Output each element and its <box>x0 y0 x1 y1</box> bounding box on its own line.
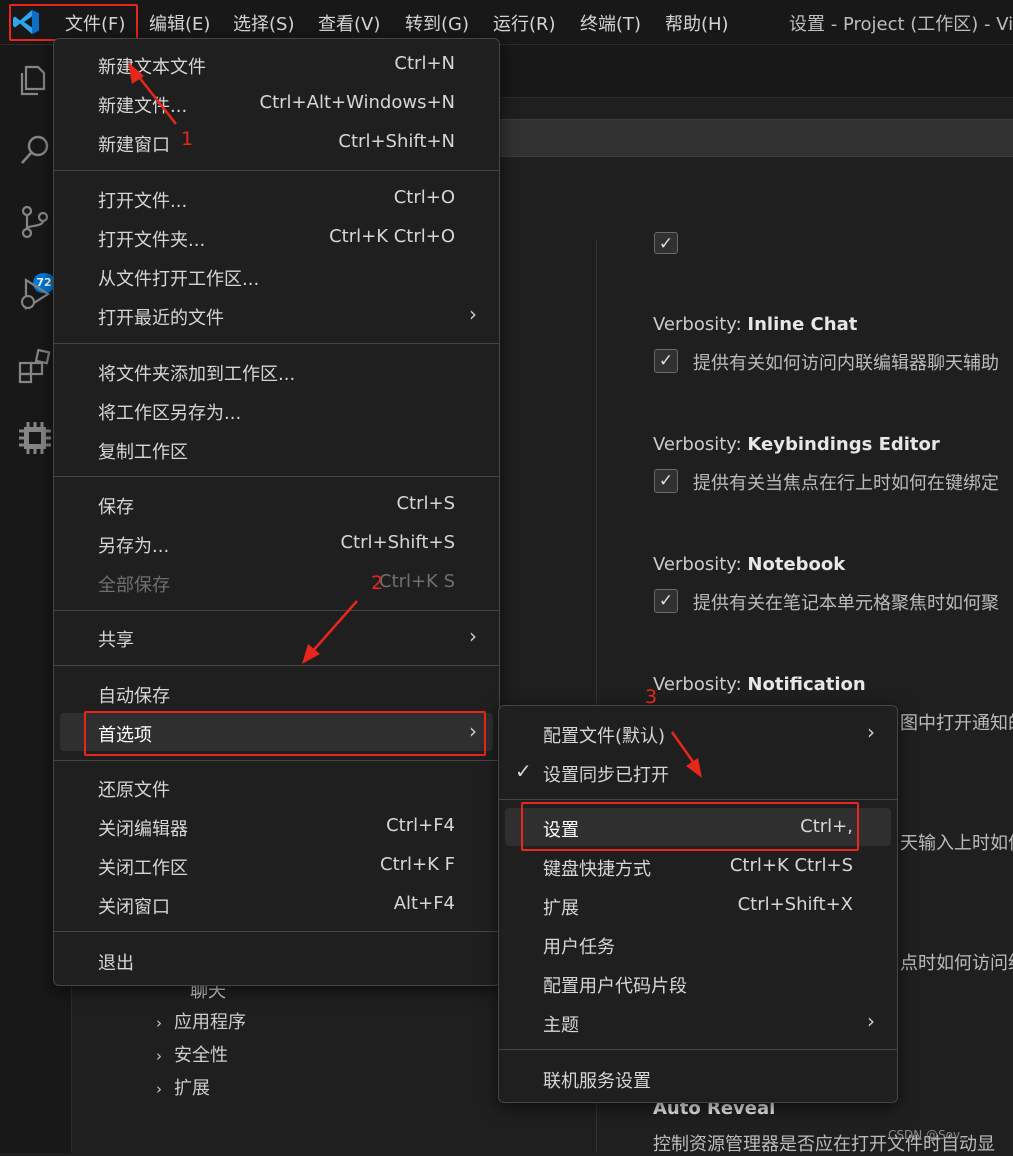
menu-separator <box>54 760 499 761</box>
setting-description: 提供有关当焦点在行上时如何在键绑定 <box>693 473 999 494</box>
search-icon[interactable] <box>16 131 54 169</box>
setting-checkbox[interactable]: ✓ <box>654 349 678 373</box>
menu-separator <box>54 343 499 344</box>
chevron-right-icon: › <box>867 720 875 744</box>
setting-title: Verbosity: Keybindings Editor <box>653 434 940 455</box>
settings-search-input[interactable] <box>480 119 1013 157</box>
menu-item-save-workspace-as[interactable]: 将工作区另存为... <box>54 391 499 429</box>
setting-checkbox[interactable]: ✓ <box>654 589 678 613</box>
menu-item-theme[interactable]: 主题 › <box>499 1003 897 1041</box>
setting-description: 提供有关如何访问内联编辑器聊天辅助 <box>693 353 999 374</box>
menu-help[interactable]: 帮助(H) <box>665 10 729 36</box>
menu-edit[interactable]: 编辑(E) <box>149 10 210 36</box>
preferences-submenu: 配置文件(默认) › ✓ 设置同步已打开 设置 Ctrl+, 键盘快捷方式 Ctrl+K… <box>498 705 898 1103</box>
menu-item-add-folder[interactable]: 将文件夹添加到工作区... <box>54 352 499 390</box>
check-icon: ✓ <box>515 759 532 783</box>
menu-item-new-window[interactable]: 新建窗口 Ctrl+Shift+N <box>54 123 499 161</box>
menu-item-exit[interactable]: 退出 <box>54 941 499 979</box>
menu-item-keyboard-shortcuts[interactable]: 键盘快捷方式 Ctrl+K Ctrl+S <box>499 847 897 885</box>
menu-item-save-all: 全部保存 Ctrl+K S <box>98 571 455 596</box>
chevron-right-icon: › <box>156 1080 162 1098</box>
menu-item-extensions[interactable]: 扩展 Ctrl+Shift+X <box>499 886 897 924</box>
setting-description: 图中打开通知的 <box>900 713 1013 734</box>
setting-description: 天输入上时如何 <box>900 833 1013 854</box>
setting-title: Verbosity: Notebook <box>653 554 846 575</box>
menu-separator <box>54 476 499 477</box>
window-title: 设置 - Project (工作区) - Visu <box>789 14 1013 35</box>
menu-item-profile[interactable]: 配置文件(默认) › <box>499 714 897 752</box>
menu-item-close-window[interactable]: 关闭窗口 Alt+F4 <box>54 885 499 923</box>
extensions-icon[interactable] <box>16 347 54 385</box>
file-menu: 新建文本文件 Ctrl+N 新建文件... Ctrl+Alt+Windows+N 新… <box>53 38 500 986</box>
menu-item-share[interactable]: 共享 › <box>54 618 499 656</box>
annotation-number: 1 <box>181 128 194 150</box>
menu-file[interactable]: 文件(F) <box>65 10 125 36</box>
menu-item-settings-sync[interactable]: ✓ 设置同步已打开 <box>499 753 897 791</box>
menu-item-auto-save[interactable]: 自动保存 <box>54 674 499 712</box>
chevron-right-icon: › <box>469 624 477 648</box>
menu-separator <box>499 799 897 800</box>
chip-extension-icon[interactable] <box>16 419 54 457</box>
chevron-right-icon: › <box>469 302 477 326</box>
menu-separator <box>54 931 499 932</box>
tree-item-extensions[interactable]: › 扩展 <box>156 1074 210 1100</box>
chevron-right-icon: › <box>156 1047 162 1065</box>
setting-title: Verbosity: Inline Chat <box>653 314 858 335</box>
setting-checkbox-partial[interactable]: ✓ <box>654 232 678 254</box>
menu-item-close-editor[interactable]: 关闭编辑器 Ctrl+F4 <box>54 807 499 845</box>
annotation-number: 2 <box>371 572 384 594</box>
menu-item-new-file[interactable]: 新建文件... Ctrl+Alt+Windows+N <box>54 84 499 122</box>
source-control-icon[interactable] <box>16 203 54 241</box>
setting-title: Verbosity: Notification <box>653 674 866 695</box>
menu-item-user-snippets[interactable]: 配置用户代码片段 <box>499 964 897 1002</box>
menu-item-close-workspace[interactable]: 关闭工作区 Ctrl+K F <box>54 846 499 884</box>
annotation-number: 3 <box>645 686 658 708</box>
menu-item-open-folder[interactable]: 打开文件夹... Ctrl+K Ctrl+O <box>54 218 499 256</box>
menu-separator <box>54 665 499 666</box>
menu-item-revert-file[interactable]: 还原文件 <box>54 768 499 806</box>
menu-item-open-workspace[interactable]: 从文件打开工作区... <box>54 257 499 295</box>
menu-item-online-services[interactable]: 联机服务设置 <box>499 1059 897 1097</box>
explorer-icon[interactable] <box>16 61 54 99</box>
menu-separator <box>54 170 499 171</box>
setting-description: 提供有关在笔记本单元格聚焦时如何聚 <box>693 593 999 614</box>
menu-separator <box>54 610 499 611</box>
menu-go[interactable]: 转到(G) <box>405 10 469 36</box>
menu-item-user-tasks[interactable]: 用户任务 <box>499 925 897 963</box>
menu-item-preferences[interactable]: 首选项 › <box>60 713 493 751</box>
menu-terminal[interactable]: 终端(T) <box>580 10 641 36</box>
chevron-right-icon: › <box>156 1014 162 1032</box>
menu-view[interactable]: 查看(V) <box>318 10 380 36</box>
menu-separator <box>499 1049 897 1050</box>
watermark: CSDN @Sov... <box>888 1128 971 1142</box>
tree-item-application[interactable]: › 应用程序 <box>156 1008 246 1034</box>
vscode-logo-icon[interactable] <box>12 9 40 35</box>
tree-item-security[interactable]: › 安全性 <box>156 1041 228 1067</box>
menu-selection[interactable]: 选择(S) <box>233 10 294 36</box>
chevron-right-icon: › <box>469 719 477 743</box>
menu-item-open-recent[interactable]: 打开最近的文件 › <box>54 296 499 334</box>
menu-item-save[interactable]: 保存 Ctrl+S <box>54 485 499 523</box>
menu-run[interactable]: 运行(R) <box>493 10 556 36</box>
menu-item-duplicate-workspace[interactable]: 复制工作区 <box>54 430 499 468</box>
menu-item-open-file[interactable]: 打开文件... Ctrl+O <box>54 179 499 217</box>
menu-item-new-text-file[interactable]: 新建文本文件 Ctrl+N <box>54 45 499 83</box>
setting-description: 点时如何访问终 <box>900 953 1013 974</box>
run-debug-icon[interactable] <box>16 275 54 313</box>
setting-checkbox[interactable]: ✓ <box>654 469 678 493</box>
chevron-right-icon: › <box>867 1009 875 1033</box>
menu-item-save-as[interactable]: 另存为... Ctrl+Shift+S <box>54 524 499 562</box>
menu-item-settings[interactable]: 设置 Ctrl+, <box>505 808 891 846</box>
